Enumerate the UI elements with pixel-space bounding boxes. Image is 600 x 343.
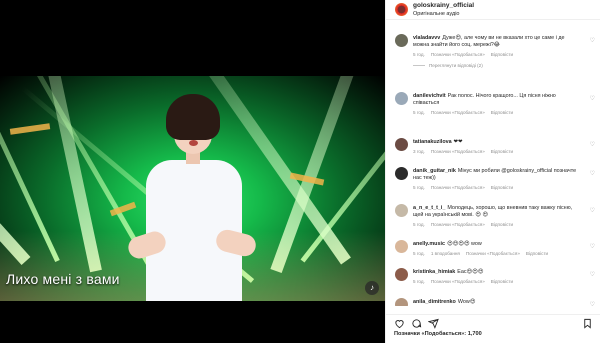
comment-likes-label[interactable]: Позначки «Подобається» [431,222,485,227]
audio-subtitle[interactable]: Оригінальне аудіо [413,11,460,17]
likes-count[interactable]: Позначки «Подобається»: 1,700 [394,331,482,337]
comment-text: vlaladavvv Дуже😍, але чому ви не вказали … [413,35,581,49]
comment-like-icon[interactable]: ♡ [590,37,595,44]
comment-time: 5 год. [413,222,425,227]
commenter-avatar[interactable] [395,138,408,151]
video-player[interactable]: Лихо мені з вами ♪ [0,0,385,343]
comment-text: a_n_e_t_t_i_ Молодець, хорошо, що вневнив… [413,205,581,219]
heart-icon[interactable] [394,318,405,329]
commenter-username[interactable]: tatianakuzilova [413,139,452,145]
comment-text: tatianakuzilova ❤❤ [413,139,581,146]
singer-figure [125,94,259,301]
commenter-avatar[interactable] [395,34,408,47]
comment-text: danilevichvit Рак полос. Нічого кращого..… [413,93,581,107]
comment-like-icon[interactable]: ♡ [590,207,595,214]
comment-like-icon[interactable]: ♡ [590,141,595,148]
comments-panel: goloskrainy_official Оригінальне аудіо v… [385,0,600,343]
comment-time: 5 год. [413,279,425,284]
comment-likes[interactable]: 1 вподобання [431,251,460,256]
comment-time: 5 год. [413,251,425,256]
commenter-username[interactable]: anila_dimitrenko [413,299,456,305]
comment-body: Wow😍 [457,299,476,305]
commenter-username[interactable]: kristinka_himiak [413,269,455,275]
commenter-username[interactable]: anelly.music [413,241,445,247]
comment-likes-label[interactable]: Позначки «Подобається» [431,52,485,57]
comment-like-icon[interactable]: ♡ [590,271,595,278]
commenter-username[interactable]: danik_guitar_nik [413,168,456,174]
comment-meta: 5 год. Позначки «Подобається» Відповісти [413,279,519,284]
reply-button[interactable]: Відповісти [491,110,513,115]
singer-mouth [189,140,198,146]
comment-like-icon[interactable]: ♡ [590,243,595,250]
comment-meta: 3 год. Позначки «Подобається» Відповісти [413,149,519,154]
comment-meta: 5 год. Позначки «Подобається» Відповісти [413,110,519,115]
comment-like-icon[interactable]: ♡ [590,301,595,306]
comment-likes-label[interactable]: Позначки «Подобається» [466,251,520,256]
comment-time: 5 год. [413,110,425,115]
account-username[interactable]: goloskrainy_official [413,2,474,9]
comment-likes-label[interactable]: Позначки «Подобається» [431,110,485,115]
comment-meta: 5 год. Позначки «Подобається» Відповісти [413,52,519,57]
commenter-avatar[interactable] [395,167,408,180]
comment-likes-label[interactable]: Позначки «Подобається» [431,279,485,284]
reply-button[interactable]: Відповісти [491,185,513,190]
comment-meta: 5 год. 1 вподобання Позначки «Подобається»… [413,251,554,256]
reply-button[interactable]: Відповісти [526,251,548,256]
post-header: goloskrainy_official Оригінальне аудіо [386,0,600,20]
comment-meta: 5 год. Позначки «Подобається» Відповісти [413,222,519,227]
commenter-username[interactable]: danilevichvit [413,93,446,99]
reply-button[interactable]: Відповісти [491,149,513,154]
comment-time: 5 год. [413,52,425,57]
comment-meta: 5 год. Позначки «Подобається» Відповісти [413,185,519,190]
reply-button[interactable]: Відповісти [491,52,513,57]
comments-list[interactable]: vlaladavvv Дуже😍, але чому ви не вказали … [386,26,600,306]
commenter-username[interactable]: a_n_e_t_t_i_ [413,205,445,211]
stage-light [9,123,51,135]
view-replies-label[interactable]: Переглянути відповіді (2) [429,63,483,68]
reply-button[interactable]: Відповісти [491,279,513,284]
commenter-avatar[interactable] [395,204,408,217]
comment-body: Еас😍😍😍 [457,269,484,275]
comment-text: danik_guitar_nik Мінус ми робили @goloskr… [413,168,581,182]
commenter-avatar[interactable] [395,92,408,105]
commenter-username[interactable]: vlaladavvv [413,35,440,41]
post-actions [386,314,600,329]
reply-button[interactable]: Відповісти [491,222,513,227]
comment-text: anelly.music 😍😍😍😍 wow [413,241,581,248]
comment-like-icon[interactable]: ♡ [590,95,595,102]
video-frame[interactable] [0,76,385,301]
comment-like-icon[interactable]: ♡ [590,170,595,177]
comment-time: 3 год. [413,149,425,154]
comment-text: anila_dimitrenko Wow😍 [413,299,581,306]
commenter-avatar[interactable] [395,240,408,253]
comment-icon[interactable] [411,318,422,329]
comment-time: 5 год. [413,185,425,190]
comment-likes-label[interactable]: Позначки «Подобається» [431,149,485,154]
singer-face-overlay [174,108,212,154]
share-icon[interactable] [428,318,439,329]
comment-likes-label[interactable]: Позначки «Подобається» [431,185,485,190]
comment-body: ❤❤ [453,139,463,145]
replies-divider [413,65,425,67]
commenter-avatar[interactable] [395,268,408,281]
video-caption: Лихо мені з вами [6,271,120,287]
commenter-avatar[interactable] [395,298,408,306]
comment-body: 😍😍😍😍 wow [446,241,482,247]
comment-text: kristinka_himiak Еас😍😍😍 [413,269,581,276]
account-avatar[interactable] [395,3,408,16]
audio-icon[interactable]: ♪ [365,281,379,295]
bookmark-icon[interactable] [582,318,593,329]
view-replies-button[interactable]: Переглянути відповіді (2) [413,63,483,68]
